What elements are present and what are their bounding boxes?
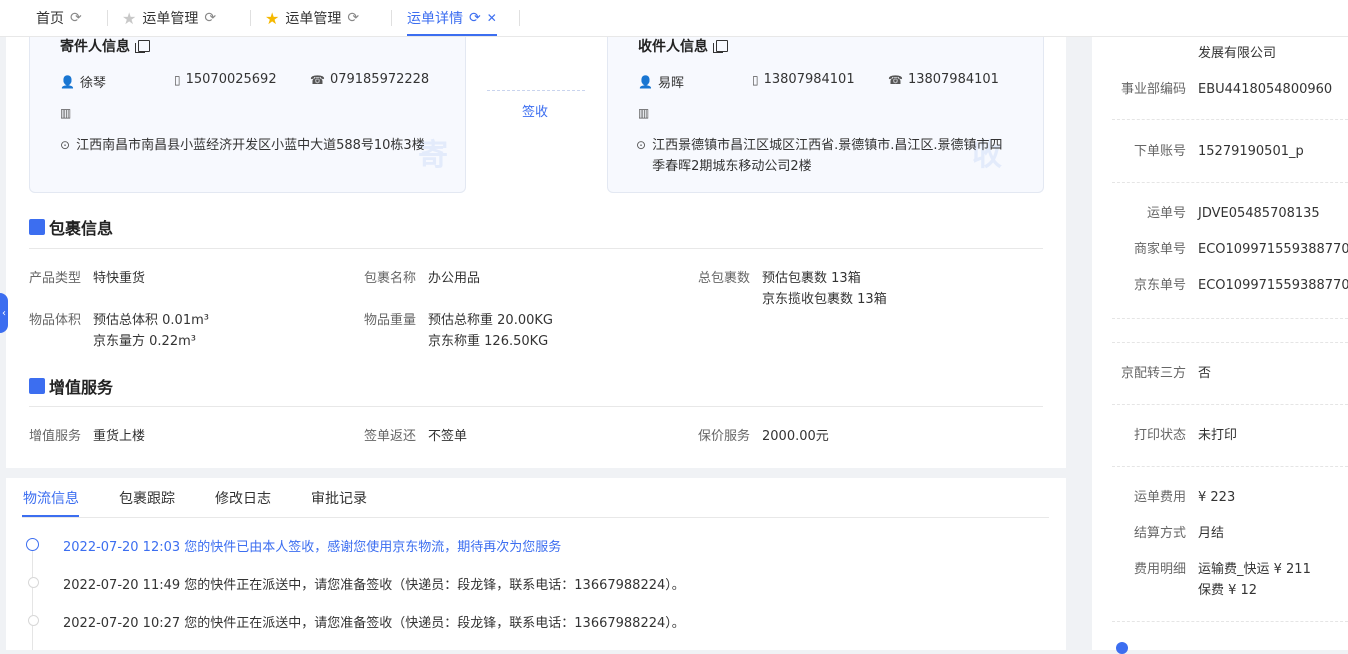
tab-modify-log[interactable]: 修改日志: [215, 488, 271, 508]
phone-icon: ☎: [310, 72, 325, 87]
timeline-item: 2022-07-20 10:27 您的快件正在派送中，请您准备签收（快递员：段龙…: [63, 616, 685, 631]
tab-divider: [107, 10, 108, 26]
panel-divider: [1112, 404, 1348, 405]
timeline-dot: [28, 577, 39, 588]
timeline-line: [32, 550, 33, 650]
weight-est: 预估总称重 20.00KG: [428, 313, 553, 328]
tab-label: 运单管理: [285, 11, 342, 27]
sign-line: [487, 90, 585, 91]
value-added-section-title: 增值服务: [29, 374, 113, 398]
insurance-fee: 保费 ¥ 12: [1198, 583, 1258, 598]
collapse-sidebar-button[interactable]: ‹: [0, 293, 8, 333]
refresh-icon[interactable]: ⟳: [204, 10, 216, 26]
tab-waybill-manage-2[interactable]: ★ 运单管理 ⟳: [265, 0, 359, 36]
mobile-icon: ▯: [174, 72, 181, 87]
tab-label: 首页: [36, 11, 64, 27]
sender-title: 寄件人信息: [60, 36, 150, 56]
refresh-icon[interactable]: ⟳: [347, 10, 359, 26]
mobile-icon: ▯: [752, 72, 759, 87]
sender-address: ⊙ 江西南昌市南昌县小蓝经济开发区小蓝中大道588号10栋3楼: [60, 135, 432, 156]
sign-status: 签收: [522, 105, 549, 120]
building-icon: ▥: [638, 106, 650, 120]
tab-approval-record[interactable]: 审批记录: [311, 488, 367, 508]
phone-icon: ☎: [888, 72, 903, 87]
total-est: 预估包裹数 13箱: [762, 271, 861, 286]
person-icon: 👤: [60, 74, 75, 89]
close-icon[interactable]: ✕: [487, 11, 497, 25]
gift-icon: [29, 219, 45, 235]
section-divider: [29, 248, 1043, 249]
section-dot-icon: [1116, 642, 1128, 654]
total-jd: 京东揽收包裹数 13箱: [762, 292, 887, 307]
timeline-dot: [26, 538, 39, 551]
panel-divider: [1112, 621, 1348, 622]
panel-divider: [1112, 182, 1348, 183]
receiver-building-icon: ▥: [638, 106, 649, 120]
tab-logistics-info[interactable]: 物流信息: [23, 488, 79, 508]
receiver-card: 收 收件人信息 👤 易晖 ▯ 13807984101 ☎ 13807984101…: [607, 36, 1044, 193]
sender-building-icon: ▥: [60, 106, 71, 120]
trend-icon: [29, 378, 45, 394]
tab-package-tracking[interactable]: 包裹跟踪: [119, 488, 175, 508]
tab-bar: 首页 ⟳ ★ 运单管理 ⟳ ★ 运单管理 ⟳ 运单详情 ⟳ ✕: [0, 0, 1348, 37]
person-icon: 👤: [638, 74, 653, 89]
refresh-icon[interactable]: ⟳: [70, 10, 82, 26]
sender-card: 寄 寄件人信息 👤 徐琴 ▯ 15070025692 ☎ 07918597222…: [29, 36, 466, 193]
product-type: 产品类型 特快重货: [29, 271, 146, 286]
item-weight: 物品重量 预估总称重 20.00KG 京东称重 126.50KG: [364, 313, 553, 349]
value-added-service: 增值服务 重货上楼: [29, 429, 146, 444]
receiver-tel: ☎ 13807984101: [888, 72, 999, 87]
company-name-tail: 发展有限公司: [1198, 46, 1277, 61]
tab-divider: [391, 10, 392, 26]
package-section-title: 包裹信息: [29, 215, 113, 239]
sender-tel: ☎ 079185972228: [310, 72, 430, 87]
location-icon: ⊙: [636, 138, 647, 152]
tab-divider: [519, 10, 520, 26]
sender-name: 👤 徐琴: [60, 74, 106, 92]
item-volume: 物品体积 预估总体积 0.01m³ 京东量方 0.22m³: [29, 313, 209, 349]
copy-icon[interactable]: [135, 40, 150, 53]
panel-divider: [1112, 119, 1348, 120]
sign-return: 签单返还 不签单: [364, 429, 468, 444]
package-name: 包裹名称 办公用品: [364, 271, 481, 286]
timeline-dot: [28, 615, 39, 626]
tab-label: 运单管理: [142, 11, 199, 27]
receiver-title: 收件人信息: [638, 36, 728, 56]
panel-divider: [1112, 342, 1348, 343]
tabs-divider: [22, 517, 1049, 518]
section-divider: [29, 406, 1043, 407]
volume-jd: 京东量方 0.22m³: [93, 334, 196, 349]
refresh-icon[interactable]: ⟳: [469, 10, 481, 26]
location-icon: ⊙: [60, 138, 71, 152]
panel-divider: [1112, 466, 1348, 467]
tab-waybill-manage-1[interactable]: ★ 运单管理 ⟳: [122, 0, 216, 36]
active-tab-indicator: [22, 515, 79, 517]
star-icon[interactable]: ★: [122, 9, 136, 28]
tab-divider: [250, 10, 251, 26]
star-icon[interactable]: ★: [265, 9, 279, 28]
receiver-address: ⊙ 江西景德镇市昌江区城区江西省.景德镇市.昌江区.景德镇市四季春晖2期城东移动…: [636, 135, 1008, 177]
tab-label: 运单详情: [407, 11, 463, 27]
receiver-name: 👤 易晖: [638, 74, 684, 92]
timeline-item: 2022-07-20 12:03 您的快件已由本人签收，感谢您使用京东物流，期待…: [63, 540, 562, 555]
time-node-heading: [1116, 642, 1128, 654]
weight-jd: 京东称重 126.50KG: [428, 334, 549, 349]
order-info-panel: [1092, 36, 1348, 650]
timeline-item: 2022-07-20 11:49 您的快件正在派送中，请您准备签收（快递员：段龙…: [63, 578, 685, 593]
sender-mobile: ▯ 15070025692: [174, 72, 277, 87]
tab-home[interactable]: 首页 ⟳: [36, 0, 82, 36]
insurance-service: 保价服务 2000.00元: [698, 429, 829, 444]
receiver-mobile: ▯ 13807984101: [752, 72, 855, 87]
tab-waybill-detail[interactable]: 运单详情 ⟳ ✕: [407, 0, 497, 36]
copy-icon[interactable]: [713, 40, 728, 53]
panel-divider: [1112, 318, 1348, 319]
building-icon: ▥: [60, 106, 72, 120]
total-packages: 总包裹数 预估包裹数 13箱 京东揽收包裹数 13箱: [698, 271, 887, 307]
volume-est: 预估总体积 0.01m³: [93, 313, 209, 328]
